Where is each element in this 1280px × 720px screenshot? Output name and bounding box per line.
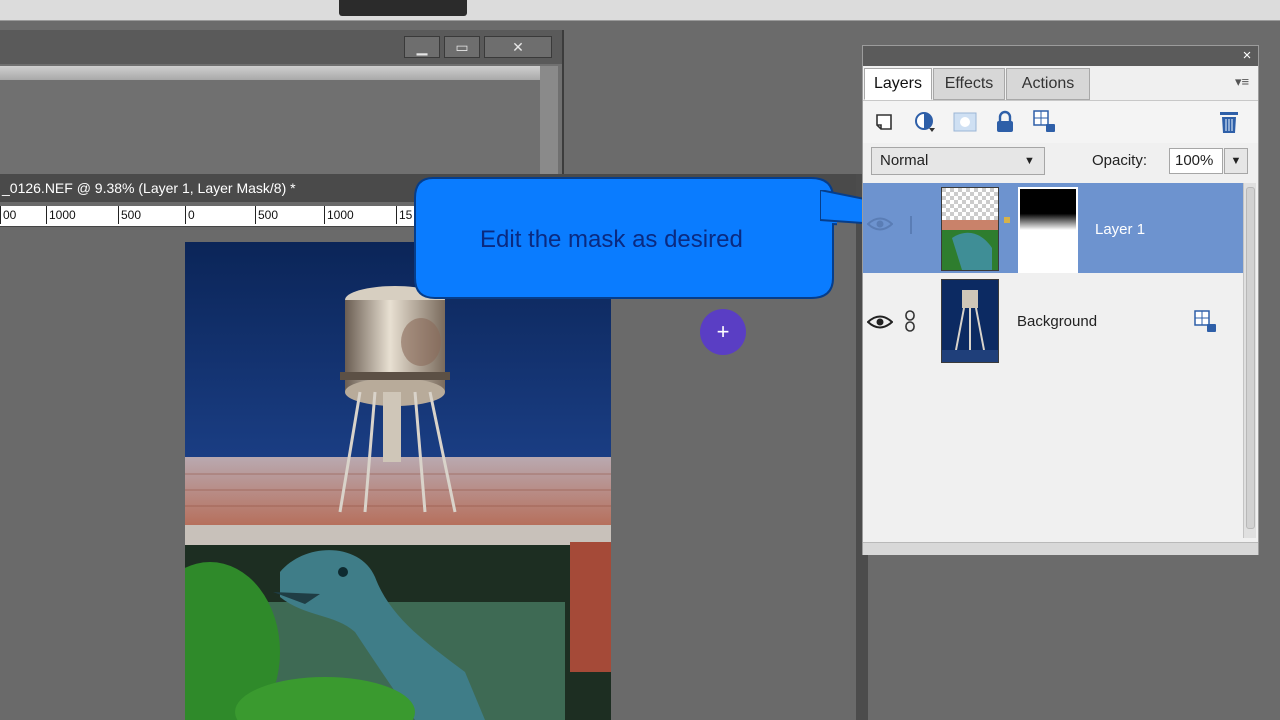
lock-transparency-icon[interactable] xyxy=(1031,108,1059,136)
panel-scrollbar[interactable] xyxy=(1243,183,1256,538)
adjustment-layer-icon[interactable] xyxy=(911,108,939,136)
blend-mode-select[interactable]: Normal ▼ xyxy=(871,147,1045,175)
new-layer-icon[interactable] xyxy=(871,108,899,136)
mouse-cursor-highlight: + xyxy=(700,309,746,355)
link-icon[interactable] xyxy=(905,215,917,240)
panel-menu-button[interactable]: ▾≡ xyxy=(1231,74,1253,92)
layer-name[interactable]: Layer 1 xyxy=(1095,221,1145,238)
opacity-label: Opacity: xyxy=(1092,152,1148,169)
layer-mask-icon[interactable] xyxy=(951,108,979,136)
restore-button[interactable]: ▭ xyxy=(444,36,480,58)
document-title: _0126.NEF @ 9.38% (Layer 1, Layer Mask/8… xyxy=(2,180,296,196)
ruler-tick: 0 xyxy=(185,206,195,224)
panel-resize-grip[interactable] xyxy=(863,542,1258,555)
background-document-window: ▁ ▭ ✕ xyxy=(0,30,564,180)
ruler-tick: 500 xyxy=(255,206,278,224)
mask-link-icon[interactable] xyxy=(1004,217,1010,223)
layer-lock-icon[interactable] xyxy=(1193,309,1219,340)
layer-mask-thumbnail[interactable] xyxy=(1018,187,1078,273)
close-window-button[interactable]: ✕ xyxy=(484,36,552,58)
layer-thumbnail[interactable] xyxy=(941,187,999,271)
image-canvas[interactable] xyxy=(185,242,611,720)
composite-photo xyxy=(185,242,611,720)
opacity-dropdown-button[interactable]: ▼ xyxy=(1224,148,1248,174)
layers-panel: × Layers Effects Actions ▾≡ Normal ▼ Opa… xyxy=(862,45,1259,555)
callout-text: Edit the mask as desired xyxy=(480,226,743,253)
ruler-tick: 1000 xyxy=(324,206,354,224)
blend-mode-value: Normal xyxy=(880,152,929,169)
horizontal-ruler xyxy=(0,66,540,80)
panel-header[interactable]: × xyxy=(863,46,1258,66)
visibility-eye-icon[interactable] xyxy=(866,313,894,336)
ruler-tick: 500 xyxy=(118,206,141,224)
ruler-tick: 1000 xyxy=(46,206,76,224)
ruler-tick: 00 xyxy=(0,206,16,224)
active-mode-tab[interactable] xyxy=(339,0,467,16)
tab-layers[interactable]: Layers xyxy=(864,68,932,100)
horizontal-ruler: 00 1000 500 0 500 1000 15 xyxy=(0,206,440,227)
minimize-button[interactable]: ▁ xyxy=(404,36,440,58)
lock-icon[interactable] xyxy=(991,108,1019,136)
layers-toolbar xyxy=(863,100,1258,143)
delete-layer-icon[interactable] xyxy=(1215,108,1243,136)
tab-effects[interactable]: Effects xyxy=(933,68,1005,100)
layer-row-layer-1[interactable]: Layer 1 xyxy=(863,183,1243,273)
opacity-input[interactable]: 100% xyxy=(1169,148,1223,174)
chevron-down-icon: ▼ xyxy=(1024,155,1035,167)
scrollbar-thumb[interactable] xyxy=(1246,187,1255,529)
vertical-scrollbar[interactable] xyxy=(540,66,558,178)
layer-thumbnail[interactable] xyxy=(941,279,999,363)
layer-row-background[interactable]: Background xyxy=(863,277,1243,367)
ruler-tick: 15 xyxy=(396,206,412,224)
tab-actions[interactable]: Actions xyxy=(1006,68,1090,100)
layer-name[interactable]: Background xyxy=(1017,313,1097,330)
opacity-value: 100% xyxy=(1175,152,1214,169)
link-icon[interactable] xyxy=(903,309,917,338)
visibility-eye-icon[interactable] xyxy=(866,215,894,238)
panel-close-button[interactable]: × xyxy=(1238,47,1256,65)
application-menu-bar xyxy=(0,0,1280,21)
